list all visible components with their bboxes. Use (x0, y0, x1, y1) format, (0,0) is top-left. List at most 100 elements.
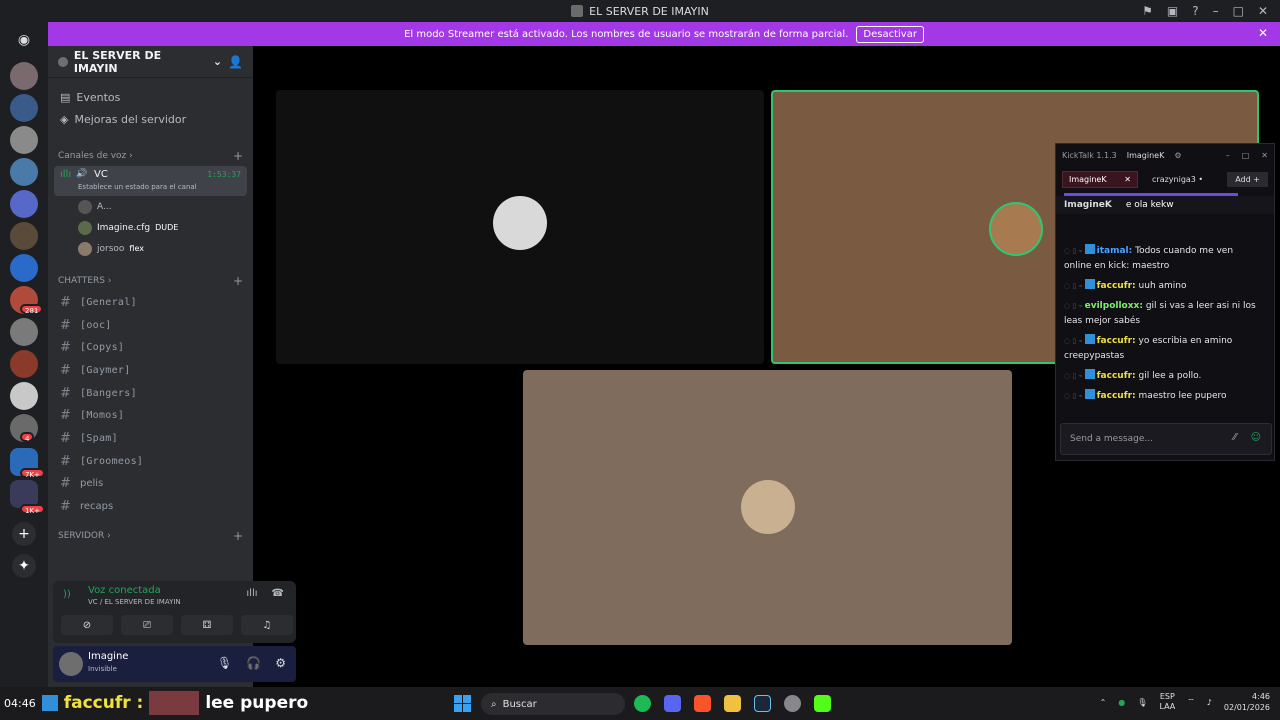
taskbar-search[interactable]: ⌕ Buscar (481, 693, 625, 715)
add-channel-icon[interactable]: + (233, 149, 243, 163)
wifi-icon[interactable]: ⌔ (1187, 697, 1195, 707)
channel-recaps[interactable]: # recaps (48, 495, 253, 518)
steam-icon[interactable] (754, 695, 771, 712)
user-panel[interactable]: Imagine Invisible 🎙 🎧 ⚙ (53, 646, 296, 682)
video-tile[interactable] (523, 370, 1012, 645)
server-avatar[interactable] (10, 94, 38, 122)
soundboard-button[interactable]: ♫ (241, 615, 293, 635)
tab-crazyniga3[interactable]: crazyniga3 • (1146, 172, 1209, 187)
add-channel-icon[interactable]: + (233, 529, 243, 543)
message-action-icons[interactable]: ◌ ▯ ⌁ (1064, 282, 1083, 290)
microphone-icon[interactable]: 🎙 (1137, 698, 1147, 707)
discord-icon[interactable] (664, 695, 681, 712)
server-avatar[interactable] (10, 190, 38, 218)
chat-username[interactable]: faccufr: (1097, 371, 1136, 381)
camera-off-button[interactable]: ⊘ (61, 615, 113, 635)
server-avatar[interactable] (10, 382, 38, 410)
inbox-icon[interactable]: ⚑ (1142, 4, 1153, 18)
tab-imaginek[interactable]: ImagineK ✕ (1062, 170, 1138, 188)
screen-share-button[interactable]: ⎚ (121, 615, 173, 635)
help-icon[interactable]: ? (1192, 4, 1198, 18)
chat-username[interactable]: itamal: (1097, 246, 1133, 256)
close-tab-icon[interactable]: ✕ (1124, 175, 1131, 184)
text-category[interactable]: CHATTERS › + (48, 271, 253, 291)
nav-events[interactable]: ▤ Eventos (48, 86, 253, 108)
close-banner-icon[interactable]: ✕ (1258, 26, 1268, 40)
server-avatar[interactable] (10, 158, 38, 186)
chat-username[interactable]: faccufr: (1097, 336, 1136, 346)
windows-start-icon[interactable] (454, 695, 471, 712)
channel-ooc[interactable]: # [ooc] (48, 314, 253, 337)
add-server-icon[interactable]: + (12, 522, 36, 546)
disable-streamer-button[interactable]: Desactivar (856, 25, 924, 43)
channel-gaymer[interactable]: # [Gaymer] (48, 359, 253, 382)
discover-icon[interactable]: ✦ (12, 554, 36, 578)
message-action-icons[interactable]: ◌ ▯ ⌁ (1064, 302, 1083, 310)
server-avatar[interactable] (10, 254, 38, 282)
voice-category[interactable]: Canales de voz › + (48, 146, 253, 166)
video-tile[interactable] (276, 90, 764, 364)
channel-status[interactable]: Establece un estado para el canal (78, 183, 197, 191)
server-avatar[interactable] (10, 222, 38, 250)
voice-user[interactable]: Imagine.cfg DUDE (48, 217, 253, 238)
commands-icon[interactable]: ⁄⁄ (1233, 432, 1236, 443)
brave-icon[interactable] (694, 695, 711, 712)
server-avatar[interactable] (10, 350, 38, 378)
chat-message[interactable]: ◌ ▯ ⌁ evilpolloxx: gil si vas a leer asi … (1064, 299, 1262, 329)
settings-gear-icon[interactable]: ⚙ (275, 656, 286, 670)
discord-home-icon[interactable]: ◉ (12, 28, 36, 52)
emote-icon[interactable]: ☺ (1251, 432, 1261, 443)
maximize-button[interactable]: □ (1242, 151, 1250, 160)
server-header[interactable]: EL SERVER DE IMAYIN ⌄ 👤 (48, 46, 253, 78)
channel-general[interactable]: # [General] (48, 291, 253, 314)
voice-channel-vc[interactable]: ıllı 🔊 VC 1:53:37 Establece un estado pa… (54, 166, 247, 196)
maximize-button[interactable]: □ (1233, 4, 1244, 18)
screen-icon[interactable]: ▣ (1167, 4, 1178, 18)
kick-icon[interactable] (814, 695, 831, 712)
add-member-icon[interactable]: 👤 (228, 55, 243, 69)
voice-status-title[interactable]: Voz conectada (88, 585, 161, 596)
noise-suppression-icon[interactable]: ıllı (246, 588, 257, 599)
voice-user[interactable]: A... (48, 196, 253, 217)
channel-bangers[interactable]: # [Bangers] (48, 382, 253, 405)
headphones-icon[interactable]: 🎧 (246, 656, 261, 670)
chat-message[interactable]: ◌ ▯ ⌁ faccufr: uuh amino (1064, 279, 1262, 294)
minimize-button[interactable]: – (1226, 151, 1230, 160)
add-chat-button[interactable]: Add + (1227, 171, 1268, 187)
pinned-message[interactable]: ImagineK e ola kekw (1056, 196, 1274, 214)
close-window-button[interactable]: ✕ (1261, 151, 1268, 160)
network-status-icon[interactable]: ● (1118, 698, 1125, 707)
chat-message[interactable]: ◌ ▯ ⌁ itamal: Todos cuando me ven online … (1064, 244, 1262, 274)
nav-boosts[interactable]: ◈ Mejoras del servidor (48, 108, 253, 130)
channel-momos[interactable]: # [Momos] (48, 404, 253, 427)
voice-user[interactable]: jorsoo flex (48, 238, 253, 259)
add-channel-icon[interactable]: + (233, 274, 243, 288)
close-window-button[interactable]: ✕ (1258, 4, 1268, 18)
chat-message[interactable]: ◌ ▯ ⌁ faccufr: maestro lee pupero (1064, 389, 1262, 404)
server-avatar[interactable] (10, 318, 38, 346)
server-avatar[interactable] (10, 126, 38, 154)
obs-icon[interactable] (784, 695, 801, 712)
chat-username[interactable]: evilpolloxx: (1085, 301, 1143, 311)
file-explorer-icon[interactable] (724, 695, 741, 712)
message-input[interactable]: Send a message... ⁄⁄ ☺ (1060, 423, 1272, 455)
chat-message[interactable]: ◌ ▯ ⌁ faccufr: yo escribia en amino creep… (1064, 334, 1262, 364)
volume-icon[interactable]: ♪ (1207, 698, 1212, 707)
channel-spam[interactable]: # [Spam] (48, 427, 253, 450)
server-category[interactable]: SERVIDOR › + (48, 526, 253, 546)
message-action-icons[interactable]: ◌ ▯ ⌁ (1064, 337, 1083, 345)
disconnect-icon[interactable]: ☎ (272, 588, 284, 599)
message-action-icons[interactable]: ◌ ▯ ⌁ (1064, 247, 1083, 255)
channel-pelis[interactable]: # pelis (48, 473, 253, 496)
microphone-icon[interactable]: 🎙 (217, 656, 232, 670)
spotify-icon[interactable] (634, 695, 651, 712)
chat-username[interactable]: faccufr: (1097, 281, 1136, 291)
chat-message[interactable]: ◌ ▯ ⌁ faccufr: gil lee a pollo. (1064, 369, 1262, 384)
activities-button[interactable]: ⚃ (181, 615, 233, 635)
channel-groomeos[interactable]: # [Groomeos] (48, 450, 253, 473)
minimize-button[interactable]: – (1213, 4, 1219, 18)
server-avatar[interactable] (10, 62, 38, 90)
channel-copys[interactable]: # [Copys] (48, 336, 253, 359)
settings-gear-icon[interactable]: ⚙ (1174, 151, 1181, 160)
message-action-icons[interactable]: ◌ ▯ ⌁ (1064, 392, 1083, 400)
